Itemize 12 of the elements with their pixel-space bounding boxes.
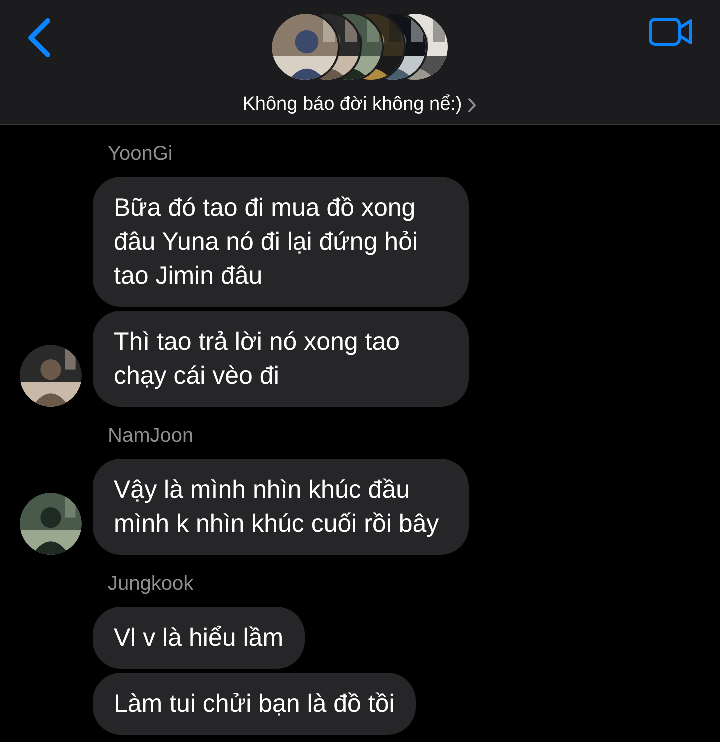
sender-name: YoonGi xyxy=(108,142,174,167)
sender-name: NamJoon xyxy=(108,424,195,449)
message-bubble: Vậy là mình nhìn khúc đầu mình k nhìn khúc cuối rồi bây xyxy=(93,459,469,555)
message-bubble: Thì tao trả lời nó xong tao chạy cái vèo đi xyxy=(93,311,469,407)
back-icon[interactable] xyxy=(26,18,52,58)
message-bubble: Vl v là hiểu lầm xyxy=(93,607,305,669)
chevron-right-icon[interactable] xyxy=(468,98,478,113)
video-call-icon[interactable] xyxy=(649,18,693,46)
chat-title[interactable]: Không báo đời không nể:) xyxy=(242,91,462,120)
message-bubble: Bữa đó tao đi mua đồ xong đâu Yuna nó đi lại đứng hỏi tao Jimin đâu xyxy=(93,177,469,307)
message-bubble: Làm tui chửi bạn là đồ tồi xyxy=(93,673,416,735)
sender-name: Jungkook xyxy=(108,572,195,597)
